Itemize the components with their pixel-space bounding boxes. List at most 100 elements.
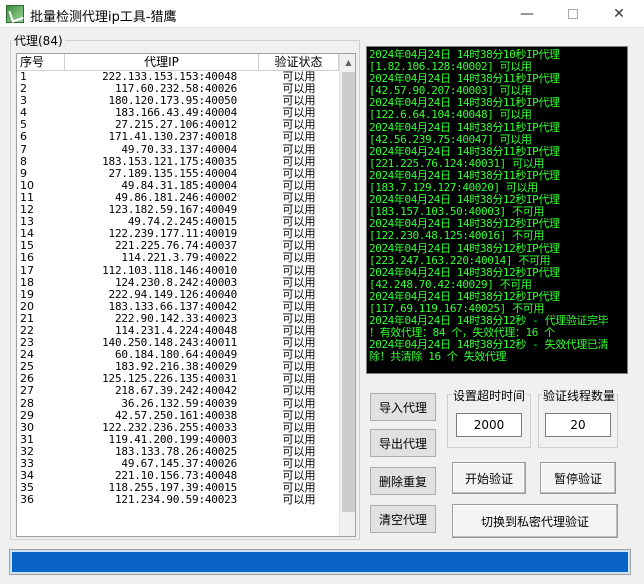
row-status: 可以用 bbox=[282, 287, 316, 301]
log-line: [122.6.64.104:40048] 可以用 bbox=[369, 109, 532, 122]
switch-private-proxy-button[interactable]: 切换到私密代理验证 bbox=[452, 504, 618, 538]
log-line: 2024年04月24日 14时38分12秒IP代理 bbox=[369, 290, 560, 303]
log-line: 2024年04月24日 14时38分11秒IP代理 bbox=[369, 121, 560, 134]
maximize-icon bbox=[568, 9, 578, 19]
table-row[interactable]: 27 218.67.39.242:40042 可以用 bbox=[17, 385, 339, 397]
row-proxy-ip: 121.234.90.59:40023 bbox=[114, 493, 237, 507]
log-line: [221.225.76.124:40031] 可以用 bbox=[369, 157, 544, 170]
table-row[interactable]: 7 49.70.33.137:40004 可以用 bbox=[17, 142, 339, 156]
table-row[interactable]: 18 124.230.8.242:40003 可以用 bbox=[17, 275, 339, 289]
row-status: 可以用 bbox=[282, 493, 316, 507]
remove-duplicates-button[interactable]: 删除重复 bbox=[370, 467, 436, 495]
minimize-button[interactable]: — bbox=[504, 0, 550, 28]
log-line: [117.69.119.167:40025] 不可用 bbox=[369, 302, 544, 315]
table-row[interactable]: 28 36.26.132.59:40039 可以用 bbox=[17, 396, 339, 410]
log-line: 2024年04月24日 14时38分10秒IP代理 bbox=[369, 49, 560, 61]
table-row[interactable]: 36 121.234.90.59:40023 可以用 bbox=[17, 494, 339, 506]
row-proxy-ip: 112.103.118.146:40010 bbox=[102, 263, 237, 277]
log-line: [183.7.129.127:40020] 可以用 bbox=[369, 182, 538, 195]
row-index: 36 bbox=[20, 493, 34, 507]
row-proxy-ip: 49.70.33.137:40004 bbox=[121, 142, 237, 156]
row-proxy-ip: 36.26.132.59:40039 bbox=[121, 396, 237, 410]
close-button[interactable]: ✕ bbox=[596, 0, 642, 28]
log-line: 2024年04月24日 14时38分12秒 - 失效代理已清 bbox=[369, 339, 609, 352]
row-index: 28 bbox=[20, 396, 34, 410]
log-line: 2024年04月24日 14时38分12秒IP代理 bbox=[369, 218, 560, 231]
row-index: 17 bbox=[20, 263, 34, 277]
row-status: 可以用 bbox=[282, 408, 316, 422]
clear-proxy-button[interactable]: 清空代理 bbox=[370, 505, 436, 533]
row-index: 7 bbox=[20, 142, 27, 156]
log-console[interactable]: 2024年04月24日 14时38分10秒IP代理 [1.82.106.128:4… bbox=[366, 46, 628, 374]
title-bar: 批量检测代理ip工具-猎鹰 — ✕ bbox=[0, 0, 644, 28]
log-line: 2024年04月24日 14时38分11秒IP代理 bbox=[369, 73, 560, 86]
row-index: 16 bbox=[20, 251, 34, 265]
row-index: 30 bbox=[20, 420, 34, 434]
log-line: 2024年04月24日 14时38分12秒IP代理 bbox=[369, 266, 560, 279]
header-index[interactable]: 序号 bbox=[17, 54, 65, 71]
header-proxy-ip[interactable]: 代理IP bbox=[65, 54, 259, 71]
scroll-thumb[interactable] bbox=[342, 72, 355, 512]
log-line: 2024年04月24日 14时38分11秒IP代理 bbox=[369, 145, 560, 158]
log-line: [42.248.70.42:40029] 不可用 bbox=[369, 278, 532, 291]
table-row[interactable]: 30 122.232.236.255:40033 可以用 bbox=[17, 420, 339, 434]
table-row[interactable]: 19 222.94.149.126:40040 可以用 bbox=[17, 287, 339, 301]
threads-input[interactable]: 20 bbox=[545, 413, 611, 437]
log-line: [42.56.239.75:40047] 可以用 bbox=[369, 133, 532, 146]
row-proxy-ip: 124.230.8.242:40003 bbox=[114, 275, 237, 289]
log-line: 2024年04月24日 14时38分11秒IP代理 bbox=[369, 169, 560, 182]
start-verify-button[interactable]: 开始验证 bbox=[452, 462, 526, 494]
row-proxy-ip: 171.41.130.237:40018 bbox=[108, 130, 238, 144]
row-index: 27 bbox=[20, 384, 34, 398]
row-status: 可以用 bbox=[282, 420, 316, 434]
list-scrollbar[interactable]: ▲ bbox=[339, 54, 355, 536]
progress-bar bbox=[10, 550, 630, 574]
row-status: 可以用 bbox=[282, 130, 316, 144]
log-line: 2024年04月24日 14时38分12秒 - 代理验证完毕 bbox=[369, 315, 609, 328]
log-line: [122.230.48.125:40016] 不可用 bbox=[369, 230, 544, 243]
row-proxy-ip: 114.221.3.79:40022 bbox=[121, 251, 237, 265]
row-index: 8 bbox=[20, 154, 27, 168]
row-index: 18 bbox=[20, 275, 34, 289]
row-proxy-ip: 222.94.149.126:40040 bbox=[108, 287, 238, 301]
row-status: 可以用 bbox=[282, 384, 316, 398]
threads-label: 验证线程数量 bbox=[542, 387, 617, 404]
import-proxy-button[interactable]: 导入代理 bbox=[370, 393, 436, 421]
log-line: [223.247.163.220:40014] 不可用 bbox=[369, 254, 551, 267]
timeout-input[interactable]: 2000 bbox=[456, 413, 522, 437]
row-status: 可以用 bbox=[282, 396, 316, 410]
table-row[interactable]: 29 42.57.250.161:40038 可以用 bbox=[17, 408, 339, 422]
maximize-button[interactable] bbox=[550, 0, 596, 28]
row-status: 可以用 bbox=[282, 275, 316, 289]
proxy-list[interactable]: 序号 代理IP 验证状态 1 222.133.153.153:40048 可以用 2 1… bbox=[16, 53, 356, 537]
row-index: 6 bbox=[20, 130, 27, 144]
list-header: 序号 代理IP 验证状态 bbox=[17, 54, 339, 71]
log-lines: 2024年04月24日 14时38分10秒IP代理 [1.82.106.128:4… bbox=[369, 49, 625, 363]
log-line: 2024年04月24日 14时38分11秒IP代理 bbox=[369, 97, 560, 110]
log-line: [42.57.90.207:40003] 可以用 bbox=[369, 85, 532, 98]
header-status[interactable]: 验证状态 bbox=[259, 54, 339, 71]
row-status: 可以用 bbox=[282, 263, 316, 277]
row-proxy-ip: 183.153.121.175:40035 bbox=[102, 154, 237, 168]
table-row[interactable]: 17 112.103.118.146:40010 可以用 bbox=[17, 263, 339, 277]
export-proxy-button[interactable]: 导出代理 bbox=[370, 429, 436, 457]
table-row[interactable]: 8 183.153.121.175:40035 可以用 bbox=[17, 154, 339, 168]
row-status: 可以用 bbox=[282, 154, 316, 168]
table-row[interactable]: 6 171.41.130.237:40018 可以用 bbox=[17, 131, 339, 143]
log-line: 2024年04月24日 14时38分12秒IP代理 bbox=[369, 242, 560, 255]
row-index: 19 bbox=[20, 287, 34, 301]
log-line: ！有效代理：84 个，失效代理：16 个 bbox=[369, 327, 555, 340]
row-proxy-ip: 218.67.39.242:40042 bbox=[114, 384, 237, 398]
log-line: [183.157.103.50:40003] 不可用 bbox=[369, 206, 544, 219]
log-line: 2024年04月24日 14时38分12秒IP代理 bbox=[369, 194, 560, 207]
proxy-group-label: 代理(84) bbox=[12, 32, 65, 49]
list-rows: 1 222.133.153.153:40048 可以用 2 117.60.232.58:… bbox=[17, 70, 339, 506]
log-line: [1.82.106.128:40002] 可以用 bbox=[369, 61, 532, 74]
log-line: 除！共清除 16 个 失效代理 bbox=[369, 351, 507, 364]
row-proxy-ip: 122.232.236.255:40033 bbox=[102, 420, 237, 434]
table-row[interactable]: 16 114.221.3.79:40022 可以用 bbox=[17, 252, 339, 264]
pause-verify-button[interactable]: 暂停验证 bbox=[540, 462, 616, 494]
app-icon bbox=[6, 5, 24, 23]
window-title: 批量检测代理ip工具-猎鹰 bbox=[30, 10, 177, 25]
scroll-up-icon[interactable]: ▲ bbox=[340, 54, 355, 71]
